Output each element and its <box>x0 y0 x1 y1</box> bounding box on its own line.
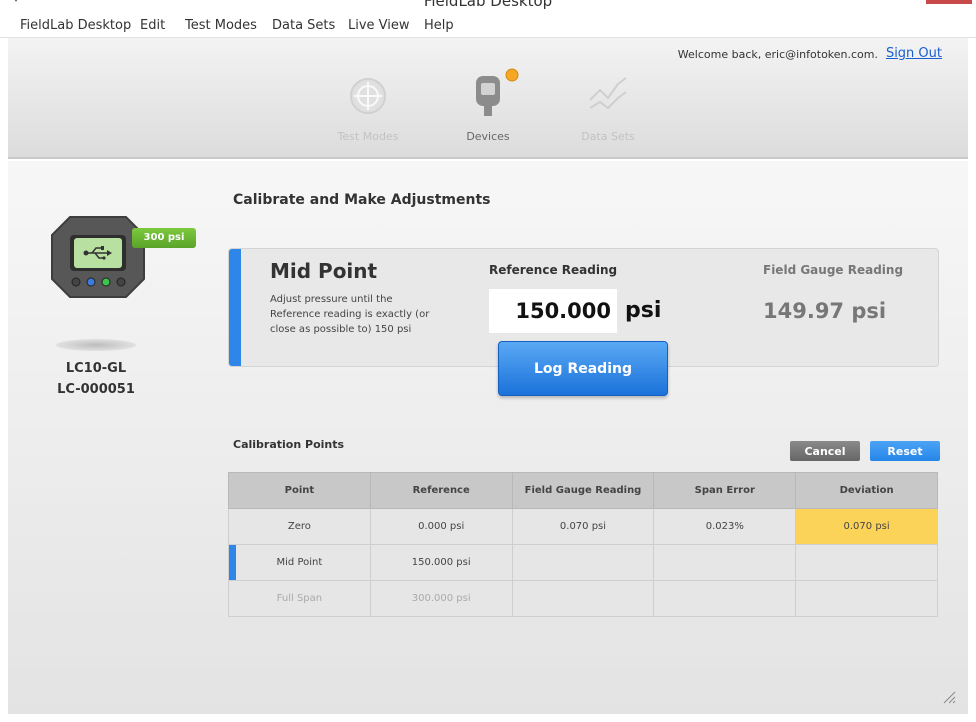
calibration-points-title: Calibration Points <box>233 438 345 451</box>
cell-deviation <box>795 580 938 617</box>
cell-reference: 150.000 psi <box>369 544 513 581</box>
header: Welcome back, eric@infotoken.com. Sign O… <box>8 38 968 159</box>
cell-point: Zero <box>228 508 371 545</box>
column-header-deviation: Deviation <box>795 472 938 509</box>
cell-reference: 0.000 psi <box>369 508 513 545</box>
field-gauge-value: 149.97 psi <box>763 299 887 323</box>
menu-fieldlab-desktop[interactable]: FieldLab Desktop <box>20 18 131 33</box>
notification-dot <box>505 68 519 82</box>
column-header-reference: Reference <box>369 472 513 509</box>
reference-reading-input[interactable] <box>489 289 617 333</box>
resize-grip-icon[interactable] <box>942 690 956 704</box>
menu-bar: FieldLab Desktop Edit Test Modes Data Se… <box>0 14 976 38</box>
section-title: Calibrate and Make Adjustments <box>233 192 491 208</box>
calibration-points-table: Point Reference Field Gauge Reading Span… <box>228 472 938 617</box>
step-description: Adjust pressure until the Reference read… <box>270 294 430 335</box>
reference-unit: psi <box>625 298 662 323</box>
cell-span-error <box>653 544 797 581</box>
usb-icon <box>83 246 112 260</box>
table-header-row: Point Reference Field Gauge Reading Span… <box>228 472 938 509</box>
active-step-accent <box>229 249 241 366</box>
cell-deviation <box>795 544 938 581</box>
table-row[interactable]: Full Span 300.000 psi <box>228 580 938 617</box>
cell-point: Mid Point <box>228 544 371 581</box>
menu-data-sets[interactable]: Data Sets <box>272 18 335 33</box>
nav-label: Test Modes <box>337 130 399 143</box>
title-bar: FieldLab Desktop <box>0 0 976 14</box>
column-header-field-gauge: Field Gauge Reading <box>511 472 655 509</box>
cell-point: Full Span <box>228 580 371 617</box>
cell-gauge <box>511 580 655 617</box>
cell-gauge <box>511 544 655 581</box>
window-title: FieldLab Desktop <box>423 0 553 10</box>
cell-gauge: 0.070 psi <box>511 508 655 545</box>
nav-label: Data Sets <box>581 130 635 143</box>
column-header-span-error: Span Error <box>653 472 797 509</box>
cell-reference: 300.000 psi <box>369 580 513 617</box>
menu-help[interactable]: Help <box>424 18 454 33</box>
nav-data-sets[interactable]: Data Sets <box>558 74 658 143</box>
nav-test-modes[interactable]: Test Modes <box>318 74 418 143</box>
device-shadow <box>56 339 136 351</box>
column-header-point: Point <box>228 472 371 509</box>
log-reading-button[interactable]: Log Reading <box>498 341 668 396</box>
device-model: LC10-GL <box>65 361 127 376</box>
close-button[interactable] <box>926 0 972 4</box>
device-serial: LC-000051 <box>57 382 135 397</box>
device-icon <box>466 68 519 118</box>
reference-reading-label: Reference Reading <box>489 263 618 277</box>
cell-span-error: 0.023% <box>653 508 797 545</box>
field-gauge-label: Field Gauge Reading <box>763 263 904 277</box>
menu-live-view[interactable]: Live View <box>348 18 410 33</box>
line-chart-icon <box>586 74 630 118</box>
sign-out-link[interactable]: Sign Out <box>886 46 942 61</box>
cancel-button[interactable]: Cancel <box>790 441 860 461</box>
menu-edit[interactable]: Edit <box>140 18 165 33</box>
main-content: 300 psi LC10-GL LC-000051 Calibrate and … <box>8 161 968 714</box>
table-row[interactable]: Mid Point 150.000 psi <box>228 544 938 581</box>
cell-span-error <box>653 580 797 617</box>
range-badge: 300 psi <box>132 228 196 248</box>
nav-devices[interactable]: Devices <box>438 68 538 143</box>
crosshair-icon <box>346 74 390 118</box>
table-row[interactable]: Zero 0.000 psi 0.070 psi 0.023% 0.070 ps… <box>228 508 938 545</box>
step-title: Mid Point <box>270 259 378 283</box>
welcome-text: Welcome back, eric@infotoken.com. <box>677 48 878 61</box>
cell-deviation: 0.070 psi <box>795 508 938 545</box>
menu-test-modes[interactable]: Test Modes <box>185 18 257 33</box>
reset-button[interactable]: Reset <box>870 441 940 461</box>
nav-label: Devices <box>466 130 510 143</box>
